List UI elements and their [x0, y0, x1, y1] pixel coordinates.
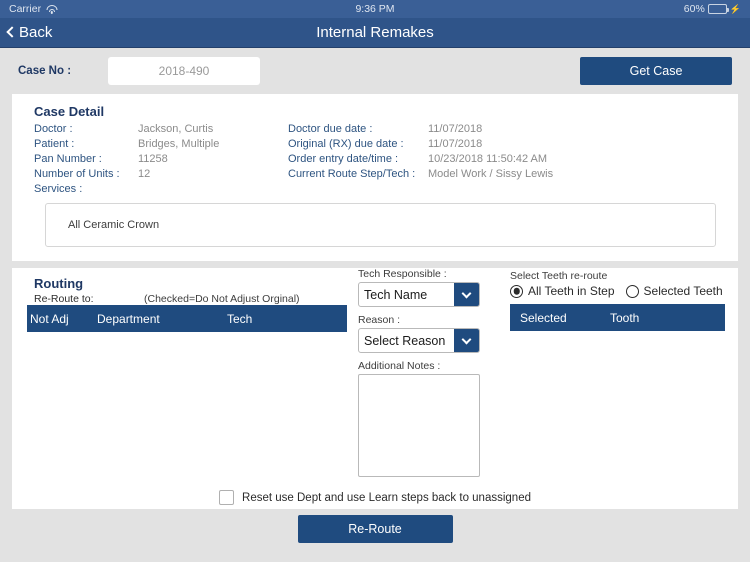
detail-value-pan-number: 11258 — [138, 153, 168, 165]
tech-responsible-label: Tech Responsible : — [358, 268, 447, 280]
reroute-to-label: Re-Route to: — [34, 293, 94, 305]
column-header-selected: Selected — [520, 310, 567, 325]
column-header-tooth: Tooth — [610, 310, 640, 325]
detail-label-pan-number: Pan Number : — [34, 153, 102, 165]
back-button[interactable]: Back — [0, 24, 52, 41]
case-detail-grid: Doctor : Jackson, Curtis Doctor due date… — [12, 123, 738, 195]
footer-bar: Re-Route — [0, 509, 750, 549]
chevron-down-icon — [454, 329, 479, 352]
detail-value-patient: Bridges, Multiple — [138, 138, 220, 150]
column-header-tech: Tech — [227, 311, 253, 326]
card-divider — [0, 261, 750, 268]
reason-dropdown[interactable]: Select Reason — [358, 328, 480, 353]
reroute-button[interactable]: Re-Route — [297, 515, 453, 543]
routing-table-header: Not Adj Department Tech — [27, 305, 347, 332]
wifi-icon — [46, 4, 58, 14]
detail-label-doctor-due-date: Doctor due date : — [288, 123, 373, 135]
status-bar-left: Carrier — [9, 3, 58, 15]
checked-note-label: (Checked=Do Not Adjust Orginal) — [144, 293, 300, 305]
case-no-input[interactable] — [108, 57, 260, 85]
reset-checkbox[interactable] — [219, 490, 235, 505]
detail-label-current-route-step: Current Route Step/Tech : — [288, 168, 416, 180]
detail-value-doctor: Jackson, Curtis — [138, 123, 214, 135]
reset-checkbox-row: Reset use Dept and use Learn steps back … — [12, 490, 738, 505]
lightning-bolt-icon: ⚡ — [729, 3, 741, 14]
tech-responsible-value: Tech Name — [364, 287, 428, 302]
detail-value-doctor-due-date: 11/07/2018 — [428, 123, 483, 135]
routing-title: Routing — [34, 276, 84, 291]
case-search-row: Case No : Get Case — [0, 48, 750, 94]
detail-label-services: Services : — [34, 183, 83, 195]
detail-value-number-of-units: 12 — [138, 168, 151, 180]
battery-icon — [707, 4, 729, 14]
case-detail-title: Case Detail — [34, 104, 105, 119]
detail-label-order-entry-date: Order entry date/time : — [288, 153, 399, 165]
status-bar: Carrier 9:36 PM 60% ⚡ — [0, 0, 750, 18]
reset-checkbox-label: Reset use Dept and use Learn steps back … — [242, 491, 531, 504]
additional-notes-label: Additional Notes : — [358, 360, 441, 372]
teeth-reroute-column: Select Teeth re-route All Teeth in Step … — [510, 270, 730, 331]
radio-all-teeth-in-step[interactable] — [510, 284, 523, 298]
reason-label: Reason : — [358, 314, 401, 326]
reason-value: Select Reason — [364, 333, 446, 348]
radio-label-all-teeth-in-step: All Teeth in Step — [528, 284, 615, 298]
case-no-label: Case No : — [18, 65, 72, 77]
detail-value-current-route-step: Model Work / Sissy Lewis — [428, 168, 554, 180]
detail-value-order-entry-date: 10/23/2018 11:50:42 AM — [428, 153, 548, 165]
chevron-left-icon — [6, 26, 18, 38]
additional-notes-textarea[interactable] — [358, 374, 480, 477]
chevron-down-icon — [454, 283, 479, 306]
radio-label-selected-teeth: Selected Teeth — [643, 284, 723, 298]
detail-label-patient: Patient : — [34, 138, 75, 150]
case-detail-card: Case Detail Doctor : Jackson, Curtis Doc… — [12, 94, 738, 261]
column-header-department: Department — [97, 311, 160, 326]
routing-form-column: Tech Responsible : Tech Name Reason : Se… — [358, 268, 483, 482]
detail-label-number-of-units: Number of Units : — [34, 168, 120, 180]
detail-label-doctor: Doctor : — [34, 123, 73, 135]
column-header-not-adj: Not Adj — [30, 311, 69, 326]
tech-responsible-dropdown[interactable]: Tech Name — [358, 282, 480, 307]
page-title: Internal Remakes — [316, 24, 434, 41]
carrier-label: Carrier — [9, 3, 42, 15]
battery-percent-label: 60% — [683, 3, 705, 15]
back-button-label: Back — [19, 24, 53, 41]
detail-label-original-rx-due-date: Original (RX) due date : — [288, 138, 404, 150]
detail-value-original-rx-due-date: 11/07/2018 — [428, 138, 483, 150]
teeth-radio-group: All Teeth in Step Selected Teeth — [510, 284, 730, 298]
status-bar-time: 9:36 PM — [355, 3, 395, 15]
teeth-table-header: Selected Tooth — [510, 304, 725, 331]
navigation-bar: Back Internal Remakes — [0, 18, 750, 48]
get-case-button[interactable]: Get Case — [580, 57, 732, 85]
routing-card: Routing Re-Route to: (Checked=Do Not Adj… — [12, 268, 738, 509]
services-value-box: All Ceramic Crown — [45, 203, 716, 247]
status-bar-right: 60% ⚡ — [684, 3, 741, 15]
radio-selected-teeth[interactable] — [625, 284, 639, 298]
select-teeth-reroute-label: Select Teeth re-route — [510, 270, 608, 282]
